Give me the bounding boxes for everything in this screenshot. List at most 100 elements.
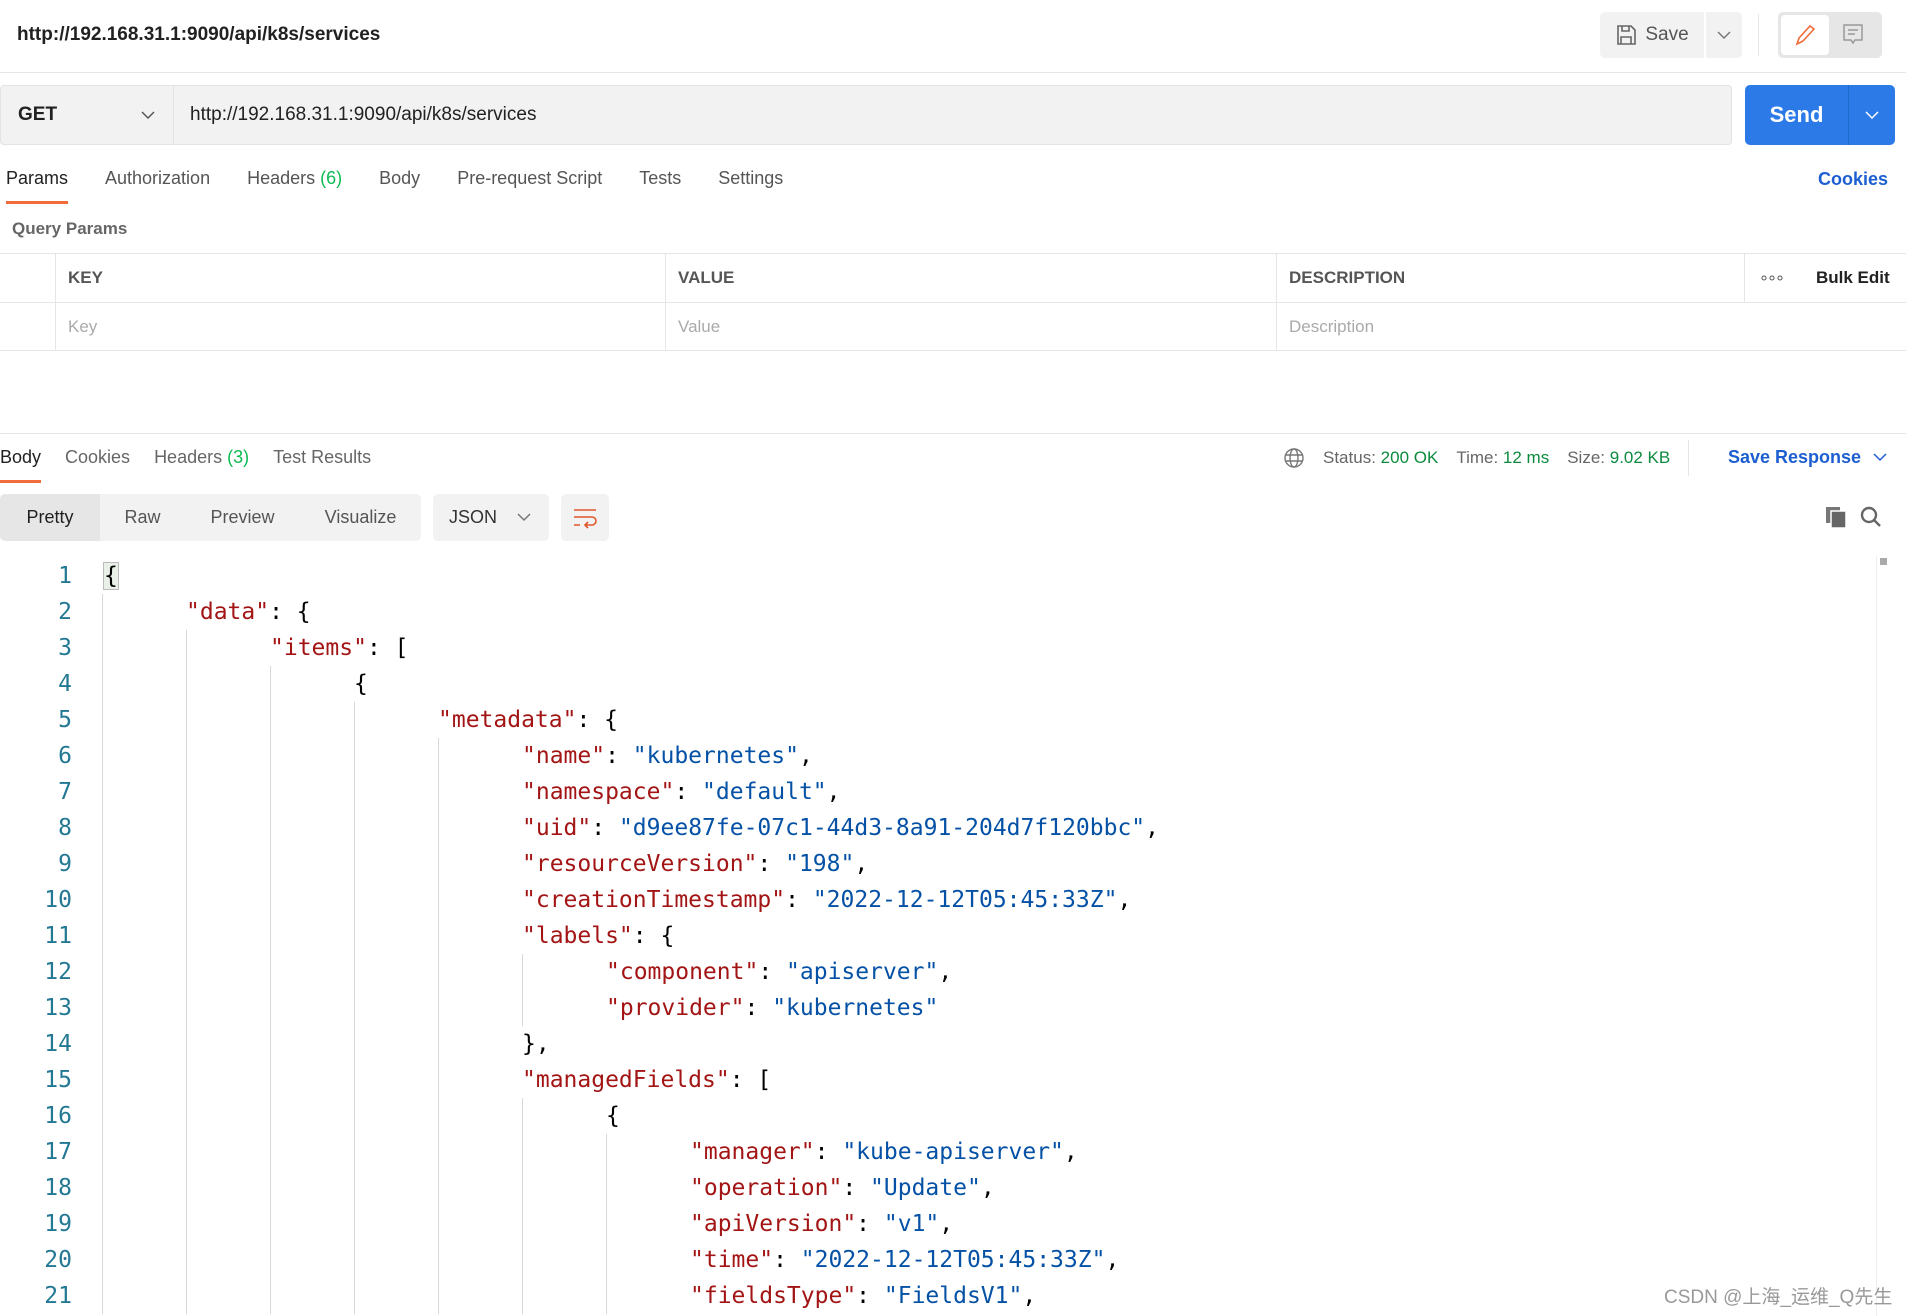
- line-number: 14: [44, 1031, 72, 1057]
- indent-guide: [270, 1062, 271, 1098]
- response-tab-test-results[interactable]: Test Results: [273, 447, 371, 483]
- json-key: "labels": [522, 923, 633, 949]
- response-body-editor[interactable]: 1{2 "data": {3 "items": [4{5 "metadata": {6…: [0, 558, 1880, 1314]
- bulk-edit-button[interactable]: Bulk Edit: [1799, 254, 1906, 302]
- status[interactable]: Status: 200 OK: [1323, 448, 1438, 468]
- search-icon[interactable]: [1859, 505, 1883, 529]
- view-visualize[interactable]: Visualize: [300, 494, 421, 541]
- json-punctuation: :: [744, 995, 773, 1021]
- send-options-dropdown[interactable]: [1849, 85, 1895, 145]
- scrollbar-thumb[interactable]: [1880, 558, 1887, 565]
- save-button[interactable]: Save: [1600, 12, 1704, 58]
- json-punctuation: ,: [1063, 1139, 1078, 1165]
- indent-guide: [270, 1170, 271, 1206]
- pane-divider[interactable]: [0, 433, 1906, 434]
- value-input[interactable]: Value: [665, 303, 1276, 350]
- indent-guide: [354, 1026, 355, 1062]
- size[interactable]: Size: 9.02 KB: [1567, 448, 1670, 468]
- json-key: "namespace": [522, 779, 675, 805]
- globe-icon[interactable]: [1283, 447, 1305, 469]
- send-button[interactable]: Send: [1745, 85, 1849, 145]
- comments-button[interactable]: [1829, 15, 1877, 55]
- copy-icon[interactable]: [1824, 505, 1848, 529]
- column-description: DESCRIPTION: [1276, 254, 1744, 302]
- json-punctuation: : [: [366, 635, 409, 661]
- code-text: "uid": "d9ee87fe-07c1-44d3-8a91-204d7f12…: [522, 810, 1159, 846]
- indent-guide: [186, 1278, 187, 1314]
- method-select[interactable]: GET: [0, 85, 174, 145]
- line-number: 9: [58, 851, 72, 877]
- table-header-row: KEY VALUE DESCRIPTION Bulk Edit: [0, 253, 1906, 302]
- code-line: 2 "data": {: [0, 594, 1880, 630]
- code-line: 20 "time": "2022-12-12T05:45:33Z",: [0, 1242, 1880, 1278]
- json-key: "resourceVersion": [522, 851, 758, 877]
- tab-params[interactable]: Params: [6, 168, 69, 204]
- line-number: 7: [58, 779, 72, 805]
- indent-guide: [270, 738, 271, 774]
- chevron-down-icon: [1873, 453, 1887, 462]
- code-text: {: [354, 666, 368, 702]
- line-number: 12: [44, 959, 72, 985]
- indent-guide: [438, 1026, 439, 1062]
- view-pretty[interactable]: Pretty: [0, 494, 100, 541]
- response-tab-cookies[interactable]: Cookies: [65, 447, 130, 483]
- more-icon: [1761, 275, 1783, 281]
- json-key: "items": [270, 635, 367, 661]
- save-icon: [1617, 25, 1637, 45]
- json-string-value: "2022-12-12T05:45:33Z": [800, 1247, 1106, 1273]
- chevron-down-icon: [1717, 30, 1731, 39]
- line-number: 6: [58, 743, 72, 769]
- editor-scrollbar[interactable]: [1876, 556, 1888, 1316]
- code-line: 16 {: [0, 1098, 1880, 1134]
- response-tabs: Body Cookies Headers (3) Test Results: [0, 447, 395, 483]
- indent-guide: [186, 1026, 187, 1062]
- line-number: 8: [58, 815, 72, 841]
- response-tab-headers[interactable]: Headers (3): [154, 447, 249, 483]
- view-preview[interactable]: Preview: [185, 494, 300, 541]
- code-line: 6 "name": "kubernetes",: [0, 738, 1880, 774]
- line-number: 2: [58, 599, 72, 625]
- indent-guide: [102, 1062, 103, 1098]
- indent-guide: [522, 990, 523, 1026]
- time[interactable]: Time: 12 ms: [1456, 448, 1549, 468]
- indent-guide: [438, 774, 439, 810]
- save-response-button[interactable]: Save Response: [1728, 447, 1887, 468]
- tab-headers[interactable]: Headers (6): [247, 168, 342, 204]
- indent-guide: [102, 1206, 103, 1242]
- indent-guide: [522, 954, 523, 990]
- json-string-value: "kubernetes": [632, 743, 799, 769]
- json-key: "data": [186, 599, 270, 625]
- cookies-link[interactable]: Cookies: [1818, 169, 1888, 190]
- tab-authorization[interactable]: Authorization: [105, 168, 210, 204]
- format-select[interactable]: JSON: [433, 494, 549, 541]
- request-tabs: Params Authorization Headers (6) Body Pr…: [0, 168, 820, 204]
- tab-body[interactable]: Body: [379, 168, 420, 204]
- json-key: "uid": [522, 815, 592, 841]
- indent-guide: [270, 810, 271, 846]
- json-punctuation: :: [674, 779, 703, 805]
- key-input[interactable]: Key: [55, 303, 665, 350]
- response-tab-body[interactable]: Body: [0, 447, 42, 483]
- tab-settings[interactable]: Settings: [718, 168, 783, 204]
- json-punctuation: ,: [980, 1175, 995, 1201]
- json-punctuation: : {: [269, 599, 311, 625]
- request-title[interactable]: http://192.168.31.1:9090/api/k8s/service…: [17, 24, 380, 46]
- wrap-lines-button[interactable]: [561, 494, 609, 541]
- indent-guide: [102, 702, 103, 738]
- view-mode-toggle: [1778, 12, 1882, 58]
- edit-mode-button[interactable]: [1781, 15, 1829, 55]
- time-value: 12 ms: [1502, 448, 1550, 467]
- comment-icon: [1843, 24, 1863, 45]
- more-options-button[interactable]: [1744, 254, 1799, 302]
- url-input[interactable]: http://192.168.31.1:9090/api/k8s/service…: [174, 85, 1732, 145]
- view-raw[interactable]: Raw: [100, 494, 185, 541]
- indent-guide: [186, 630, 187, 666]
- save-options-dropdown[interactable]: [1706, 12, 1742, 58]
- indent-guide: [270, 1242, 271, 1278]
- tab-tests[interactable]: Tests: [639, 168, 681, 204]
- description-input[interactable]: Description: [1276, 303, 1906, 350]
- code-text: },: [522, 1026, 550, 1062]
- indent-guide: [270, 774, 271, 810]
- tab-pre-request-script[interactable]: Pre-request Script: [457, 168, 602, 204]
- json-punctuation: {: [354, 671, 368, 697]
